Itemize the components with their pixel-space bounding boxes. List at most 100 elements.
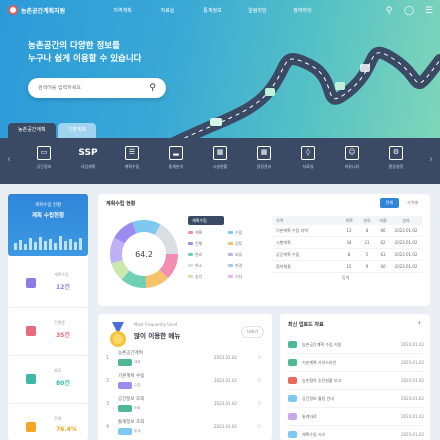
logo-text: 농촌공간계획지원 [21, 7, 66, 15]
file-icon [288, 431, 297, 438]
panel-title: 계획수립 현황 [106, 201, 136, 207]
view-toggle: 전체 지역별 [379, 198, 424, 208]
legend-row: 계획 수립 [188, 227, 266, 238]
stat-label: 계획수립 [54, 272, 69, 277]
table-total: 합계 [342, 275, 350, 280]
stat-card-2[interactable]: 진행중 35건 [8, 308, 88, 356]
quick-item-1[interactable]: ▭ 공간정보 [22, 146, 66, 170]
table-row[interactable]: 기본계획 수립 지역 12 8 66 2023.01.02 [272, 225, 422, 237]
legend-label: 진행 [195, 240, 203, 246]
quick-item-7[interactable]: ◊ 자료실 [286, 146, 330, 170]
list-item[interactable]: 4 통계정보 조회 통계 2023.01.02 ☆ [106, 417, 266, 439]
file-icon [288, 395, 297, 402]
toggle-region-button[interactable]: 지역별 [401, 198, 424, 208]
list-item[interactable]: 농촌협약 추진현황 보고 2023.01.02 [288, 372, 424, 390]
hero-tabs: 농촌공간계획 기본계획 [8, 123, 97, 138]
stat-card-1[interactable]: 계획수립 12건 [8, 260, 88, 308]
quick-label: 자료실 [302, 164, 314, 169]
donut-center-value: 64.2 [135, 250, 153, 259]
list-item[interactable]: 2 기본계획 수립 수립 2023.01.02 ☆ [106, 371, 266, 393]
list-item[interactable]: 계획수립 서식 2023.01.02 [288, 426, 424, 440]
most-used-panel: Most Frequently Used 많이 이용한 메뉴 더보기 1 농촌공… [98, 314, 272, 440]
quick-label: 시설현황 [212, 164, 228, 169]
hero-title-line1: 농촌공간의 다양한 정보를 [28, 41, 120, 51]
stat-label: 전체 [54, 416, 62, 421]
settings-icon: ⚙ [389, 146, 403, 160]
table-row[interactable]: 공간계획 수립 8 5 63 2023.01.02 [272, 249, 422, 261]
stat-icon [26, 278, 36, 288]
site-logo[interactable]: 농촌공간계획지원 [8, 5, 65, 15]
search-icon[interactable]: ⚲ [149, 83, 156, 93]
more-button[interactable]: 더보기 [240, 326, 264, 338]
legend-label: 승인 [195, 273, 203, 279]
quick-item-9[interactable]: ⚙ 환경설정 [374, 146, 418, 170]
bookmark-icon: ☆ [256, 400, 262, 407]
bookmark-icon: ☆ [256, 377, 262, 384]
legend-row: 취소 변경 [188, 260, 266, 271]
hero-title-line2: 누구나 쉽게 이용할 수 있습니다 [28, 54, 142, 64]
donut-legend: 계획수립 계획 수립 진행 검토 완료 보류 취소 변경 승인 기타 [188, 216, 266, 282]
people-icon: ☺ [345, 146, 359, 160]
nav-item-4[interactable]: 알림마당 [235, 7, 280, 14]
legend-label: 수립 [235, 229, 243, 235]
left-summary-header[interactable]: 계획수립 현황 계획 수립현황 [8, 194, 88, 256]
table-row[interactable]: 시행계획 34 21 62 2023.01.02 [272, 237, 422, 249]
logo-icon [8, 5, 18, 15]
stat-value: 12건 [56, 284, 70, 291]
quick-item-8[interactable]: ☺ 커뮤니티 [330, 146, 374, 170]
chevron-right-icon[interactable]: › [429, 154, 433, 165]
tab-basic-plan[interactable]: 기본계획 [57, 123, 97, 138]
search-icon[interactable]: ⚲ [384, 6, 394, 16]
stat-label: 완료 [54, 368, 62, 373]
chevron-left-icon[interactable]: ‹ [7, 154, 11, 165]
user-icon[interactable]: ◯ [404, 6, 414, 16]
stat-icon [26, 422, 36, 432]
quick-label: 일정관리 [256, 164, 272, 169]
quick-item-6[interactable]: ▦ 일정관리 [242, 146, 286, 170]
stat-icon [26, 326, 36, 336]
list-item[interactable]: 농촌공간계획 수립 지침 2023.01.02 [288, 336, 424, 354]
plus-icon[interactable]: + [417, 320, 422, 327]
menu-icon[interactable]: ☰ [424, 6, 434, 16]
panel-subtitle: Most Frequently Used [134, 322, 178, 327]
table-row[interactable]: 협약체결 15 9 60 2023.01.02 [272, 261, 422, 273]
bookmark-icon: ☆ [256, 354, 262, 361]
stat-value: 76.4% [56, 426, 77, 433]
nav-item-5[interactable]: 참여마당 [280, 7, 325, 14]
table-header: 지역 계획 완료 비율 일자 [272, 216, 422, 225]
panel-title: 많이 이용한 메뉴 [134, 332, 181, 340]
list-item[interactable]: 3 공간정보 조회 조회 2023.01.02 ☆ [106, 394, 266, 416]
stat-label: 진행중 [54, 320, 66, 325]
quick-item-3[interactable]: ☰ 계획수립 [110, 146, 154, 170]
quick-item-5[interactable]: ▦ 시설현황 [198, 146, 242, 170]
monitor-icon: ▭ [37, 146, 51, 160]
status-table: 지역 계획 완료 비율 일자 기본계획 수립 지역 12 8 66 2023.01.02… [272, 216, 422, 281]
stat-icon [26, 374, 36, 384]
list-item[interactable]: 공간정보 활용 안내 2023.01.02 [288, 390, 424, 408]
quick-label: 공간정보 [36, 164, 52, 169]
nav-item-1[interactable]: 지역계획 [100, 7, 145, 14]
legend-label: 계획 [195, 229, 203, 235]
document-icon: ☰ [125, 146, 139, 160]
list-item[interactable]: 1 농촌공간계획 계획 2023.01.02 ☆ [106, 348, 266, 370]
file-icon [288, 341, 297, 348]
list-item[interactable]: 통계자료 2023.01.02 [288, 408, 424, 426]
medal-icon [110, 322, 126, 347]
list-item[interactable]: 기본계획 가이드라인 2023.01.02 [288, 354, 424, 372]
quick-label: 사업계획 [80, 164, 96, 169]
stat-card-3[interactable]: 완료 80건 [8, 356, 88, 404]
bookmark-icon: ☆ [256, 423, 262, 430]
nav-item-2[interactable]: 자료실 [145, 7, 190, 14]
search-input[interactable] [38, 85, 150, 91]
nav-item-3[interactable]: 통계정보 [190, 7, 235, 14]
legend-row: 완료 보류 [188, 249, 266, 260]
mini-bar-chart-icon [14, 236, 82, 250]
tab-planning[interactable]: 농촌공간계획 [8, 123, 56, 138]
quick-item-2[interactable]: SSP 사업계획 [66, 146, 110, 170]
quick-item-4[interactable]: ▂ 통계분석 [154, 146, 198, 170]
stat-card-4[interactable]: 전체 76.4% [8, 404, 88, 440]
toggle-all-button[interactable]: 전체 [379, 198, 399, 208]
legend-row: 승인 기타 [188, 271, 266, 282]
quick-menu: ‹ ▭ 공간정보 SSP 사업계획 ☰ 계획수립 ▂ 통계분석 ▦ 시설현황 ▦ 일정관리 … [0, 138, 440, 184]
status-donut-chart: 64.2 [110, 220, 178, 288]
